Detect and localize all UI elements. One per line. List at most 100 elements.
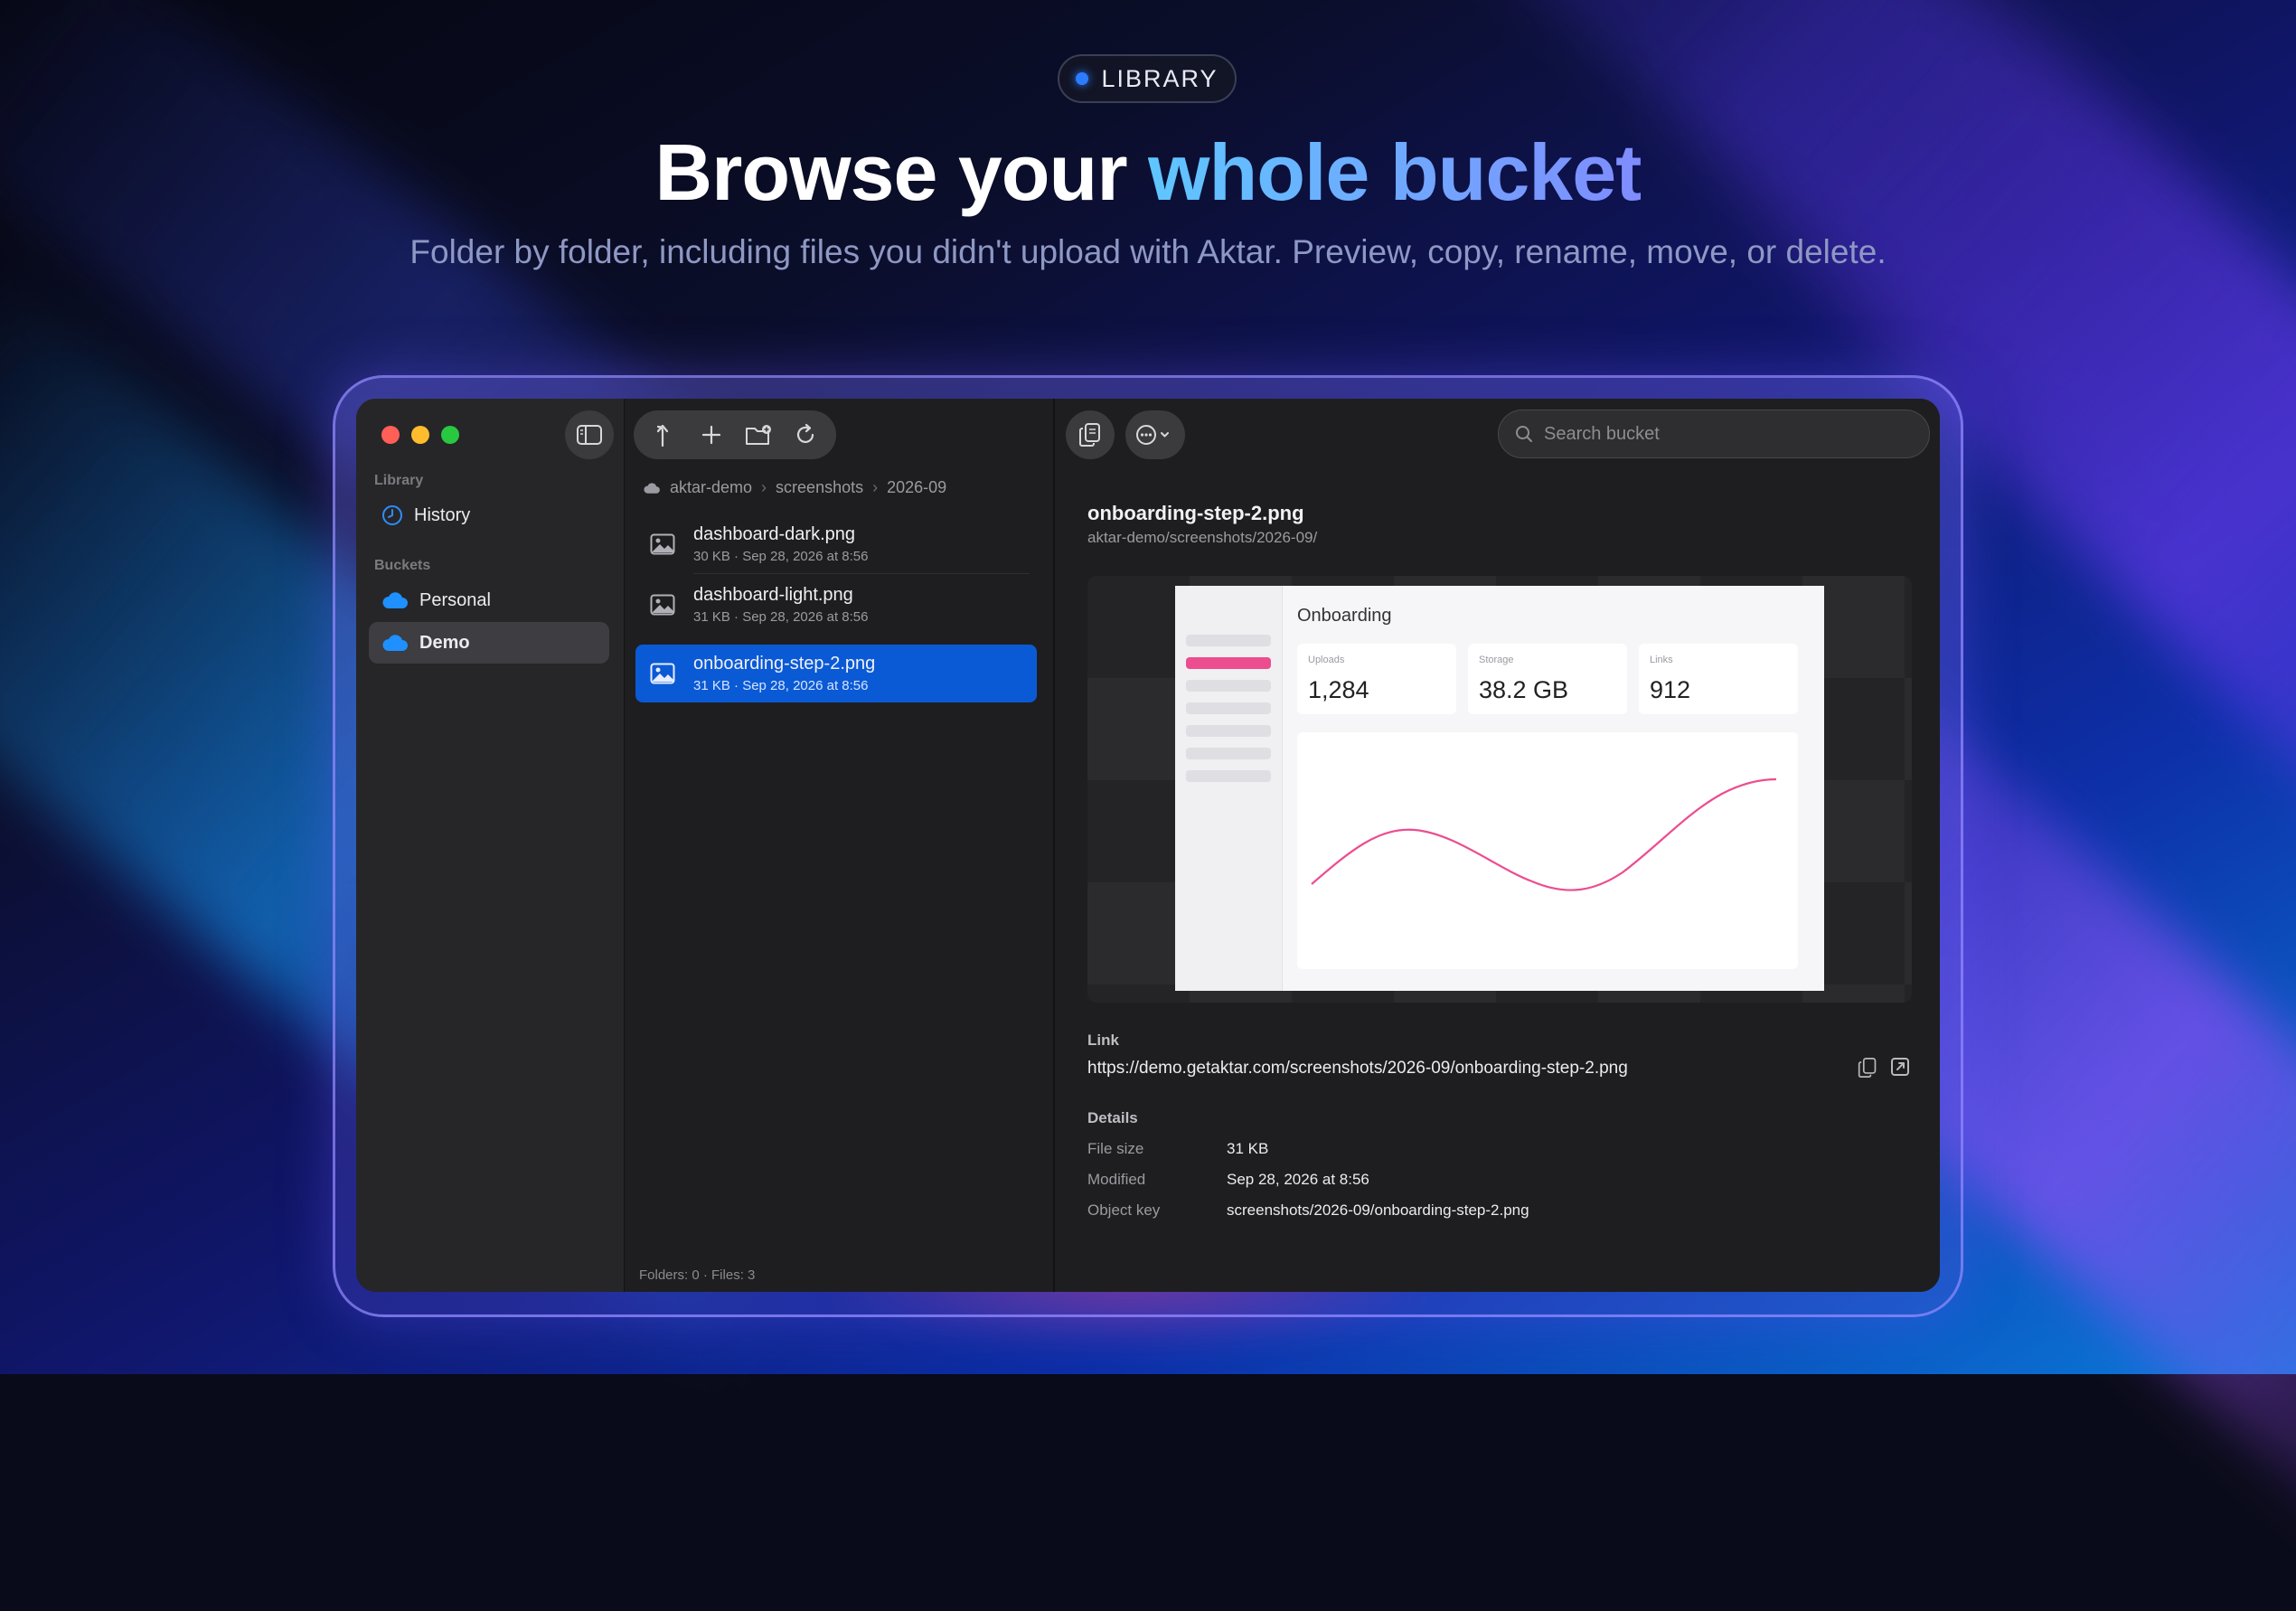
sidebar-item-personal[interactable]: Personal: [369, 579, 609, 621]
clock-icon: [382, 505, 402, 525]
plus-icon: [701, 425, 721, 445]
link-section-label: Link: [1087, 1032, 1119, 1049]
more-actions-menu[interactable]: [1125, 410, 1185, 459]
link-actions: [1858, 1057, 1910, 1079]
detail-key: Modified: [1087, 1171, 1146, 1188]
preview-nav-bar: [1186, 770, 1271, 782]
library-section-label: Library: [374, 473, 424, 488]
preview-main: Onboarding Uploads 1,284 Storage 38.2 GB…: [1283, 586, 1824, 991]
image-file-icon: [650, 594, 675, 616]
detail-key: File size: [1087, 1140, 1144, 1157]
browser-toolbar: [634, 410, 836, 459]
sidebar-item-demo[interactable]: Demo: [369, 622, 609, 664]
file-name: dashboard-dark.png: [693, 524, 856, 544]
image-preview: Onboarding Uploads 1,284 Storage 38.2 GB…: [1087, 576, 1912, 1003]
stat-value: 38.2 GB: [1479, 676, 1569, 703]
sidebar-toggle-icon: [577, 425, 602, 445]
preview-screenshot: Onboarding Uploads 1,284 Storage 38.2 GB…: [1175, 586, 1824, 991]
details-section-label: Details: [1087, 1109, 1138, 1126]
detail-pane: Search bucket onboarding-step-2.png akta…: [1055, 399, 1940, 1292]
new-folder-button[interactable]: [735, 410, 782, 459]
file-meta: 30 KB · Sep 28, 2026 at 8:56: [693, 549, 869, 564]
open-external-icon[interactable]: [1890, 1057, 1910, 1077]
refresh-button[interactable]: [782, 410, 829, 459]
file-row-selected[interactable]: onboarding-step-2.png 31 KB · Sep 28, 20…: [635, 645, 1037, 702]
breadcrumb-item[interactable]: screenshots: [776, 478, 863, 497]
sidebar: Library History Buckets Personal Demo: [356, 399, 625, 1292]
preview-nav-bar: [1186, 702, 1271, 714]
refresh-icon: [796, 423, 814, 443]
image-file-icon: [650, 533, 675, 555]
zoom-window-button[interactable]: [441, 426, 459, 444]
section-badge: LIBRARY: [1058, 54, 1237, 103]
headline-plain: Browse your: [654, 127, 1149, 217]
preview-stat-card: Uploads 1,284: [1297, 644, 1456, 714]
traffic-lights: [381, 426, 459, 444]
search-icon: [1516, 426, 1532, 442]
sidebar-item-label: Demo: [419, 632, 470, 653]
sidebar-item-history[interactable]: History: [369, 495, 609, 536]
copy-icon: [1079, 423, 1100, 447]
detail-value: Sep 28, 2026 at 8:56: [1227, 1171, 1369, 1188]
copy-link-icon[interactable]: [1858, 1057, 1877, 1079]
preview-nav-bar-active: [1186, 657, 1271, 669]
file-row[interactable]: dashboard-light.png 31 KB · Sep 28, 2026…: [635, 576, 1037, 634]
preview-nav-bar: [1186, 725, 1271, 737]
minimize-window-button[interactable]: [411, 426, 429, 444]
go-up-button[interactable]: [641, 410, 688, 459]
ellipsis-circle-icon: [1136, 425, 1169, 445]
add-file-button[interactable]: [688, 410, 735, 459]
badge-dot-icon: [1076, 72, 1089, 85]
file-name: dashboard-light.png: [693, 585, 853, 605]
chevron-right-icon: ›: [872, 478, 879, 496]
preview-title: Onboarding: [1297, 606, 1392, 626]
sidebar-toggle-button[interactable]: [565, 410, 614, 459]
headline-accent: whole bucket: [1148, 127, 1642, 217]
cloud-icon: [644, 482, 660, 494]
stat-value: 912: [1650, 676, 1691, 703]
row-divider: [693, 573, 1030, 574]
buckets-section-label: Buckets: [374, 558, 431, 573]
search-field[interactable]: Search bucket: [1498, 410, 1930, 458]
close-window-button[interactable]: [381, 426, 400, 444]
file-meta: 31 KB · Sep 28, 2026 at 8:56: [693, 609, 869, 625]
cloud-icon: [382, 592, 408, 608]
preview-nav-bar: [1186, 635, 1271, 646]
breadcrumb-item[interactable]: aktar-demo: [670, 478, 752, 497]
file-meta: 31 KB · Sep 28, 2026 at 8:56: [693, 678, 869, 693]
item-count: Folders: 0 · Files: 3: [639, 1267, 756, 1283]
stat-label: Links: [1650, 655, 1673, 665]
chevron-right-icon: ›: [761, 478, 767, 496]
public-link[interactable]: https://demo.getaktar.com/screenshots/20…: [1087, 1059, 1628, 1079]
new-folder-icon: [746, 425, 771, 445]
stat-value: 1,284: [1308, 676, 1369, 703]
go-up-icon: [656, 424, 669, 448]
preview-nav-bar: [1186, 748, 1271, 759]
breadcrumb-item[interactable]: 2026-09: [887, 478, 946, 497]
file-name: onboarding-step-2.png: [693, 654, 876, 674]
preview-stat-card: Links 912: [1639, 644, 1798, 714]
selected-file-path: aktar-demo/screenshots/2026-09/: [1087, 529, 1318, 546]
subheadline: Folder by folder, including files you di…: [409, 233, 1887, 270]
sidebar-item-label: Personal: [419, 589, 491, 610]
copy-button[interactable]: [1066, 410, 1115, 459]
preview-stat-card: Storage 38.2 GB: [1468, 644, 1627, 714]
badge-label: LIBRARY: [1101, 64, 1219, 92]
detail-value: 31 KB: [1227, 1140, 1269, 1157]
headline: Browse your whole bucket: [0, 127, 2296, 219]
image-file-icon: [650, 663, 675, 684]
stat-label: Uploads: [1308, 655, 1345, 665]
file-row[interactable]: dashboard-dark.png 30 KB · Sep 28, 2026 …: [635, 515, 1037, 574]
preview-chart: [1297, 732, 1798, 969]
preview-nav-bar: [1186, 680, 1271, 692]
cloud-icon: [382, 635, 408, 651]
app-window: Library History Buckets Personal Demo ak…: [356, 399, 1940, 1292]
detail-key: Object key: [1087, 1201, 1161, 1219]
preview-chart-line: [1311, 777, 1777, 891]
sidebar-item-label: History: [414, 504, 471, 525]
selected-file-name: onboarding-step-2.png: [1087, 502, 1304, 524]
stat-label: Storage: [1479, 655, 1514, 665]
breadcrumb: aktar-demo › screenshots › 2026-09: [643, 478, 946, 497]
detail-value: screenshots/2026-09/onboarding-step-2.pn…: [1227, 1201, 1529, 1219]
preview-sidebar: [1175, 586, 1283, 991]
